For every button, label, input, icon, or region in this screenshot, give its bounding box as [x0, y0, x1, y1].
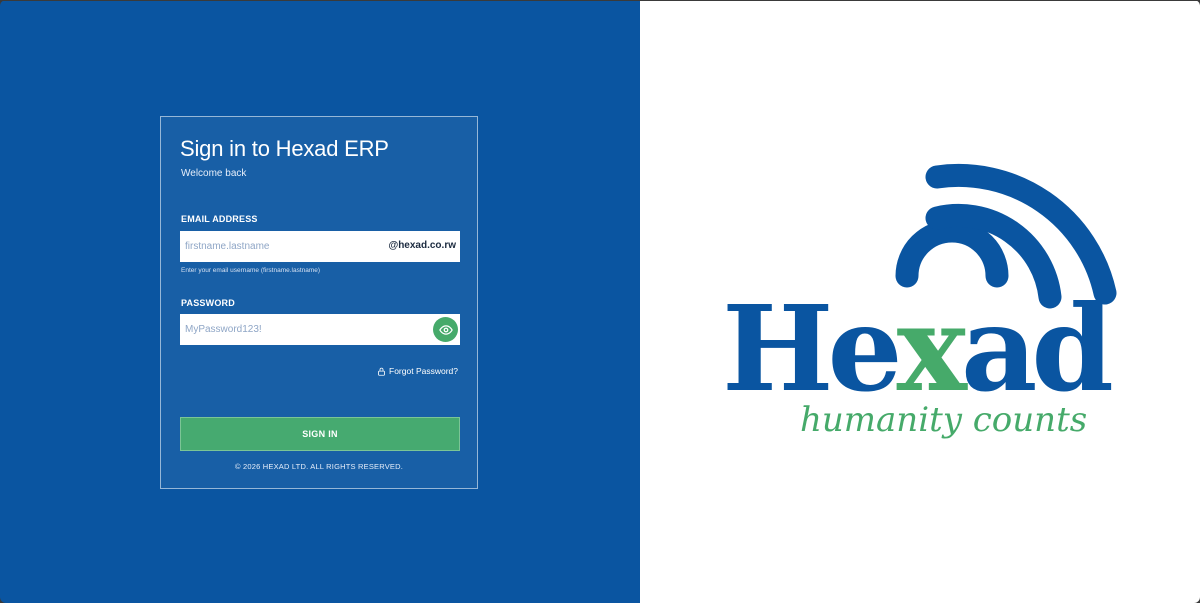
- login-card: Sign in to Hexad ERP Welcome back EMAIL …: [160, 116, 478, 489]
- lock-icon: [378, 367, 385, 376]
- password-field[interactable]: [180, 314, 385, 345]
- sign-in-button[interactable]: SIGN IN: [180, 417, 460, 451]
- email-domain-suffix: @hexad.co.rw: [388, 240, 456, 251]
- forgot-password-link[interactable]: Forgot Password?: [377, 366, 458, 376]
- login-panel: Sign in to Hexad ERP Welcome back EMAIL …: [0, 1, 640, 603]
- password-field-wrapper: [180, 314, 460, 345]
- email-hint: Enter your email username (firstname.las…: [181, 267, 321, 274]
- password-label: PASSWORD: [181, 298, 235, 308]
- page-title: Sign in to Hexad ERP: [180, 136, 389, 161]
- brand-wordmark: Hexad: [722, 279, 1111, 418]
- welcome-subtitle: Welcome back: [181, 168, 247, 179]
- email-field-wrapper: @hexad.co.rw: [180, 231, 460, 262]
- brand-tagline: humanity counts: [800, 400, 1087, 440]
- email-field[interactable]: [180, 231, 385, 262]
- password-visibility-toggle[interactable]: [433, 317, 458, 342]
- brand-panel: Hexad humanity counts: [640, 1, 1200, 603]
- email-label: EMAIL ADDRESS: [181, 214, 258, 224]
- hexad-logo: Hexad humanity counts: [722, 163, 1117, 440]
- forgot-password-label: Forgot Password?: [389, 366, 458, 376]
- eye-icon: [438, 324, 453, 335]
- app-window: Sign in to Hexad ERP Welcome back EMAIL …: [0, 0, 1200, 603]
- copyright-notice: © 2026 HEXAD LTD. ALL RIGHTS RESERVED.: [234, 462, 404, 471]
